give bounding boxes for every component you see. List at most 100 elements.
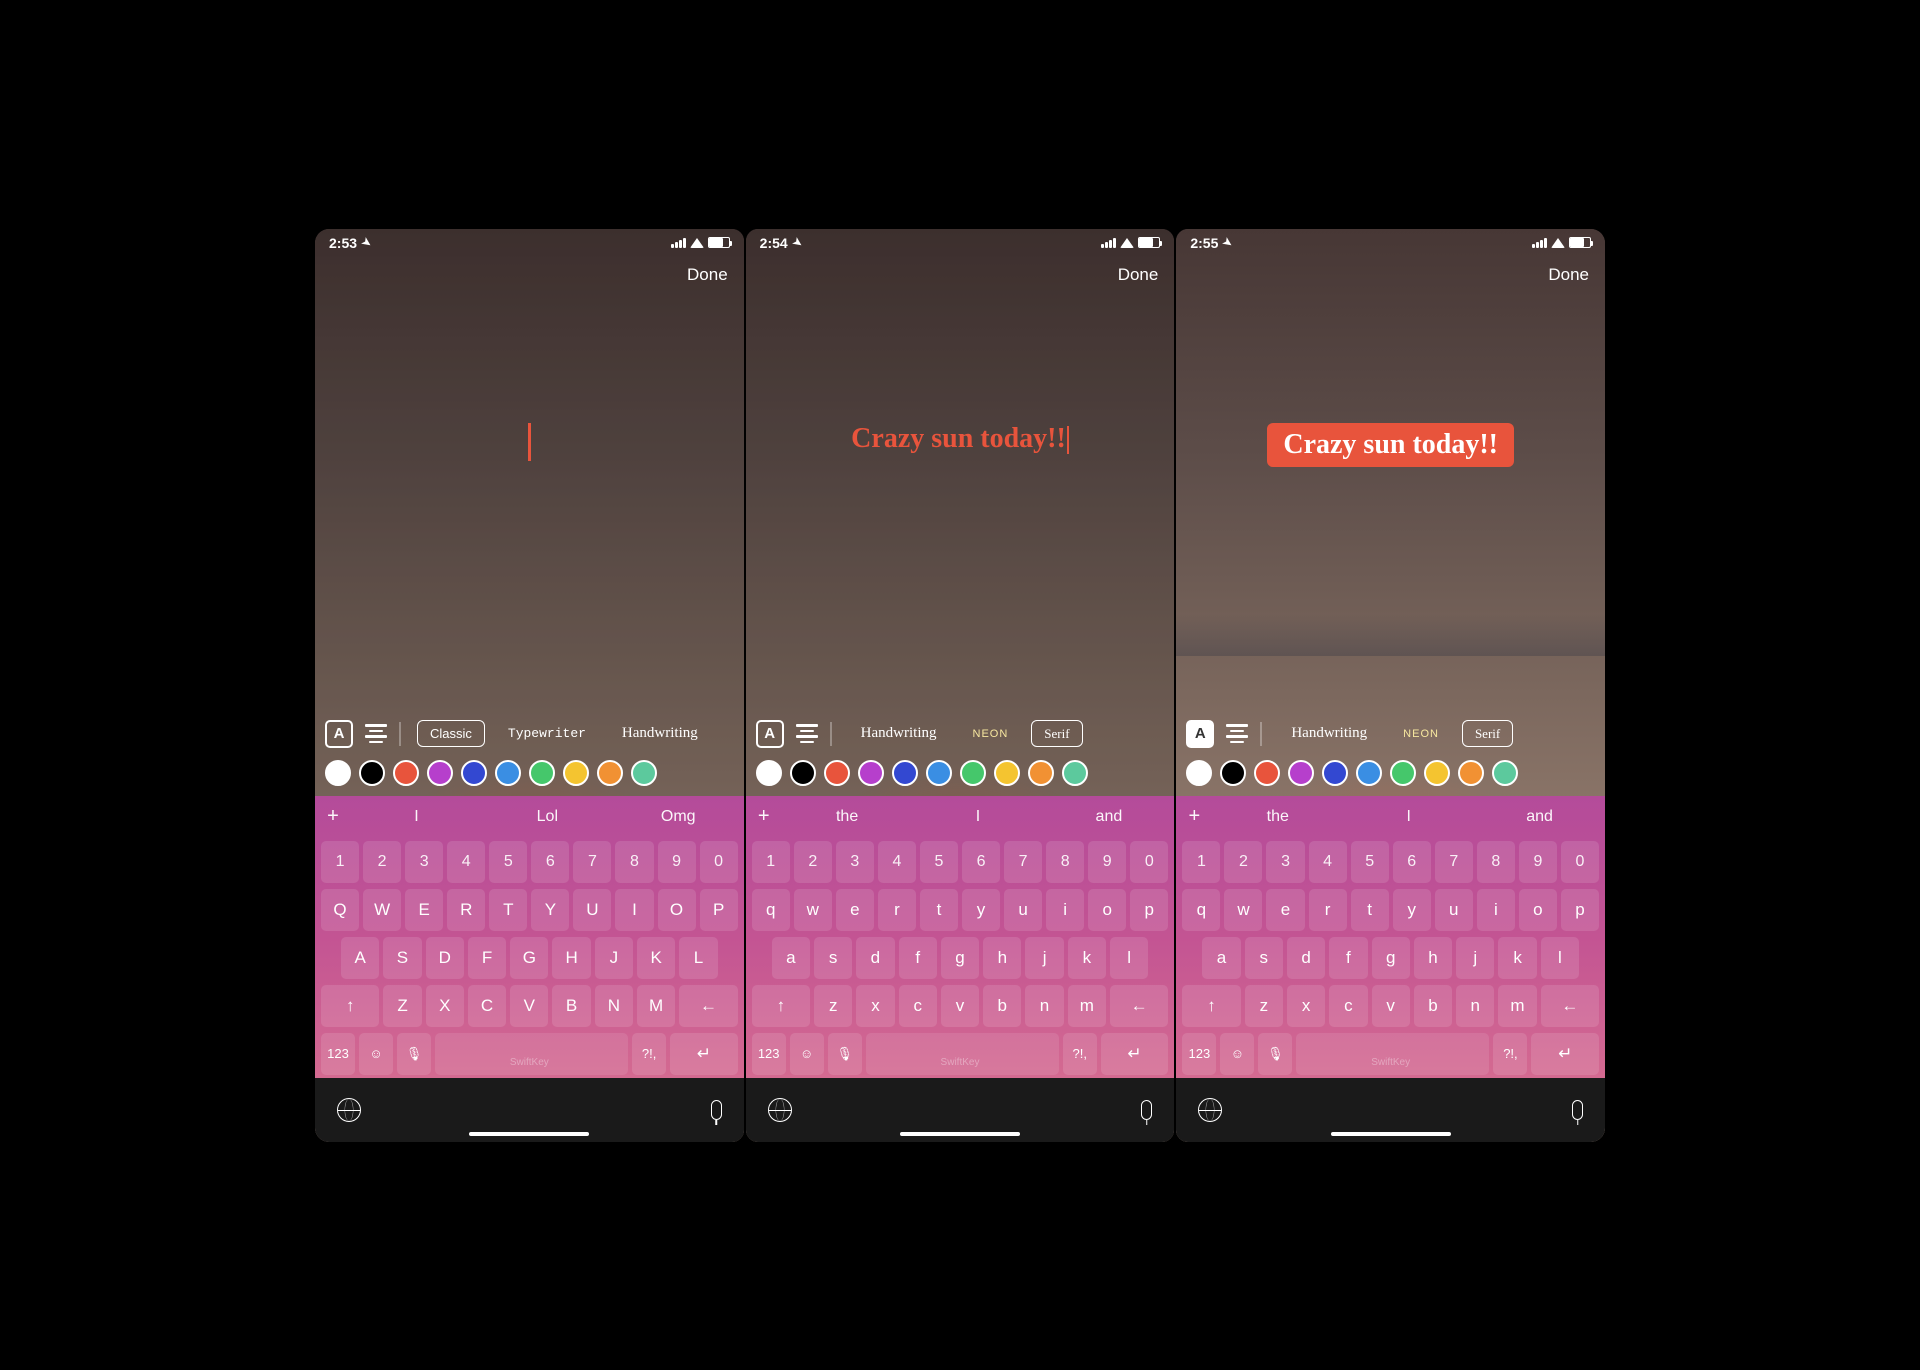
shift-key[interactable]: ↑ xyxy=(321,985,379,1027)
key-f[interactable]: f xyxy=(1329,937,1367,979)
font-serif[interactable]: Serif xyxy=(1031,720,1082,747)
shift-key[interactable]: ↑ xyxy=(752,985,810,1027)
done-button[interactable]: Done xyxy=(687,265,728,285)
key-8[interactable]: 8 xyxy=(1046,841,1084,883)
key-n[interactable]: N xyxy=(595,985,633,1027)
suggest-add[interactable]: + xyxy=(315,805,351,828)
key-l[interactable]: L xyxy=(679,937,717,979)
shift-key[interactable]: ↑ xyxy=(1182,985,1240,1027)
color-swatch[interactable] xyxy=(1492,760,1518,786)
color-swatch[interactable] xyxy=(960,760,986,786)
backspace-key[interactable]: ← xyxy=(1541,985,1599,1027)
suggestion[interactable]: Lol xyxy=(482,808,613,826)
key-k[interactable]: k xyxy=(1498,937,1536,979)
key-k[interactable]: K xyxy=(637,937,675,979)
key-a[interactable]: A xyxy=(341,937,379,979)
key-8[interactable]: 8 xyxy=(1477,841,1515,883)
key-w[interactable]: W xyxy=(363,889,401,931)
color-swatch[interactable] xyxy=(1062,760,1088,786)
key-9[interactable]: 9 xyxy=(1088,841,1126,883)
enter-key[interactable]: ↵ xyxy=(670,1033,738,1075)
punct-key[interactable]: ?!, xyxy=(632,1033,666,1075)
font-neon[interactable]: NEON xyxy=(1390,720,1452,747)
key-s[interactable]: s xyxy=(1245,937,1283,979)
backspace-key[interactable]: ← xyxy=(1110,985,1168,1027)
text-style-toggle[interactable]: A xyxy=(325,720,353,748)
key-d[interactable]: d xyxy=(856,937,894,979)
space-key[interactable] xyxy=(435,1033,628,1075)
key-5[interactable]: 5 xyxy=(1351,841,1389,883)
dictation-icon[interactable] xyxy=(1572,1100,1583,1120)
story-canvas[interactable]: Crazy sun today!! xyxy=(746,293,1175,714)
key-j[interactable]: J xyxy=(595,937,633,979)
key-z[interactable]: z xyxy=(814,985,852,1027)
suggestion[interactable]: and xyxy=(1474,808,1605,826)
color-swatch[interactable] xyxy=(790,760,816,786)
key-n[interactable]: n xyxy=(1456,985,1494,1027)
emoji-key[interactable]: ☺ xyxy=(790,1033,824,1075)
color-swatch[interactable] xyxy=(325,760,351,786)
enter-key[interactable]: ↵ xyxy=(1101,1033,1169,1075)
key-3[interactable]: 3 xyxy=(836,841,874,883)
key-5[interactable]: 5 xyxy=(920,841,958,883)
color-swatch[interactable] xyxy=(1288,760,1314,786)
globe-icon[interactable] xyxy=(1198,1098,1222,1122)
key-6[interactable]: 6 xyxy=(1393,841,1431,883)
key-j[interactable]: j xyxy=(1456,937,1494,979)
key-4[interactable]: 4 xyxy=(447,841,485,883)
story-canvas[interactable] xyxy=(315,293,744,714)
key-9[interactable]: 9 xyxy=(1519,841,1557,883)
suggestion[interactable]: Omg xyxy=(613,808,744,826)
key-r[interactable]: r xyxy=(878,889,916,931)
key-d[interactable]: D xyxy=(426,937,464,979)
key-4[interactable]: 4 xyxy=(878,841,916,883)
suggestion[interactable]: and xyxy=(1043,808,1174,826)
punct-key[interactable]: ?!, xyxy=(1063,1033,1097,1075)
key-l[interactable]: l xyxy=(1110,937,1148,979)
key-z[interactable]: z xyxy=(1245,985,1283,1027)
key-8[interactable]: 8 xyxy=(615,841,653,883)
key-a[interactable]: a xyxy=(1202,937,1240,979)
color-swatch[interactable] xyxy=(1458,760,1484,786)
font-neon[interactable]: NEON xyxy=(960,720,1022,747)
key-s[interactable]: s xyxy=(814,937,852,979)
key-5[interactable]: 5 xyxy=(489,841,527,883)
space-key[interactable] xyxy=(1296,1033,1489,1075)
key-p[interactable]: P xyxy=(700,889,738,931)
key-v[interactable]: v xyxy=(941,985,979,1027)
color-swatch[interactable] xyxy=(824,760,850,786)
key-h[interactable]: H xyxy=(552,937,590,979)
color-swatch[interactable] xyxy=(529,760,555,786)
key-t[interactable]: t xyxy=(920,889,958,931)
backspace-key[interactable]: ← xyxy=(679,985,737,1027)
color-swatch[interactable] xyxy=(359,760,385,786)
key-i[interactable]: i xyxy=(1477,889,1515,931)
key-g[interactable]: g xyxy=(941,937,979,979)
key-y[interactable]: y xyxy=(962,889,1000,931)
align-center-icon[interactable] xyxy=(1226,724,1248,743)
font-handwriting[interactable]: Handwriting xyxy=(609,720,711,747)
key-0[interactable]: 0 xyxy=(1561,841,1599,883)
key-s[interactable]: S xyxy=(383,937,421,979)
key-q[interactable]: q xyxy=(1182,889,1220,931)
color-swatch[interactable] xyxy=(495,760,521,786)
color-swatch[interactable] xyxy=(994,760,1020,786)
story-canvas[interactable]: Crazy sun today!! xyxy=(1176,293,1605,714)
suggestion[interactable]: the xyxy=(782,808,913,826)
key-f[interactable]: f xyxy=(899,937,937,979)
color-swatch[interactable] xyxy=(461,760,487,786)
color-swatch[interactable] xyxy=(393,760,419,786)
dictation-icon[interactable] xyxy=(711,1100,722,1120)
suggest-add[interactable]: + xyxy=(746,805,782,828)
key-t[interactable]: t xyxy=(1351,889,1389,931)
key-6[interactable]: 6 xyxy=(531,841,569,883)
key-0[interactable]: 0 xyxy=(700,841,738,883)
color-swatch[interactable] xyxy=(1254,760,1280,786)
color-swatch[interactable] xyxy=(756,760,782,786)
font-handwriting[interactable]: Handwriting xyxy=(1278,720,1380,747)
emoji-key[interactable]: ☺ xyxy=(359,1033,393,1075)
key-g[interactable]: g xyxy=(1372,937,1410,979)
font-classic[interactable]: Classic xyxy=(417,720,485,747)
key-v[interactable]: v xyxy=(1372,985,1410,1027)
key-r[interactable]: R xyxy=(447,889,485,931)
